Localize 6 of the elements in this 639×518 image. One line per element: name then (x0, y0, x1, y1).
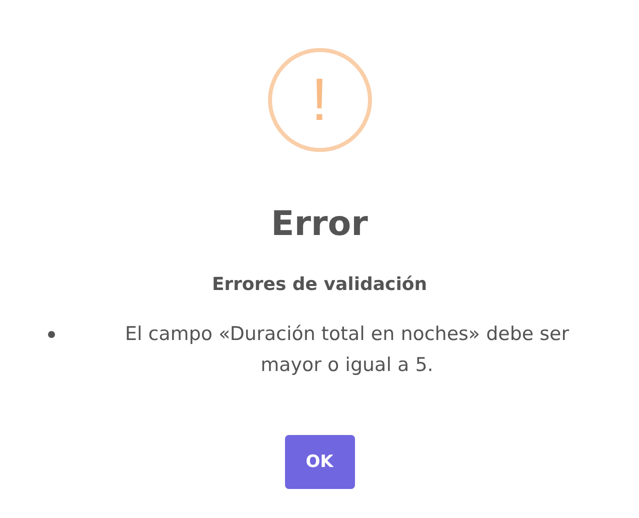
dialog-subtitle: Errores de validación (212, 274, 428, 295)
error-message: El campo «Duración total en noches» debe ser mayor o igual a 5. (124, 322, 570, 378)
warning-icon: ! (268, 48, 372, 152)
ok-button[interactable]: OK (284, 435, 354, 489)
bullet-icon (48, 331, 55, 338)
dialog-title: Error (271, 203, 368, 246)
